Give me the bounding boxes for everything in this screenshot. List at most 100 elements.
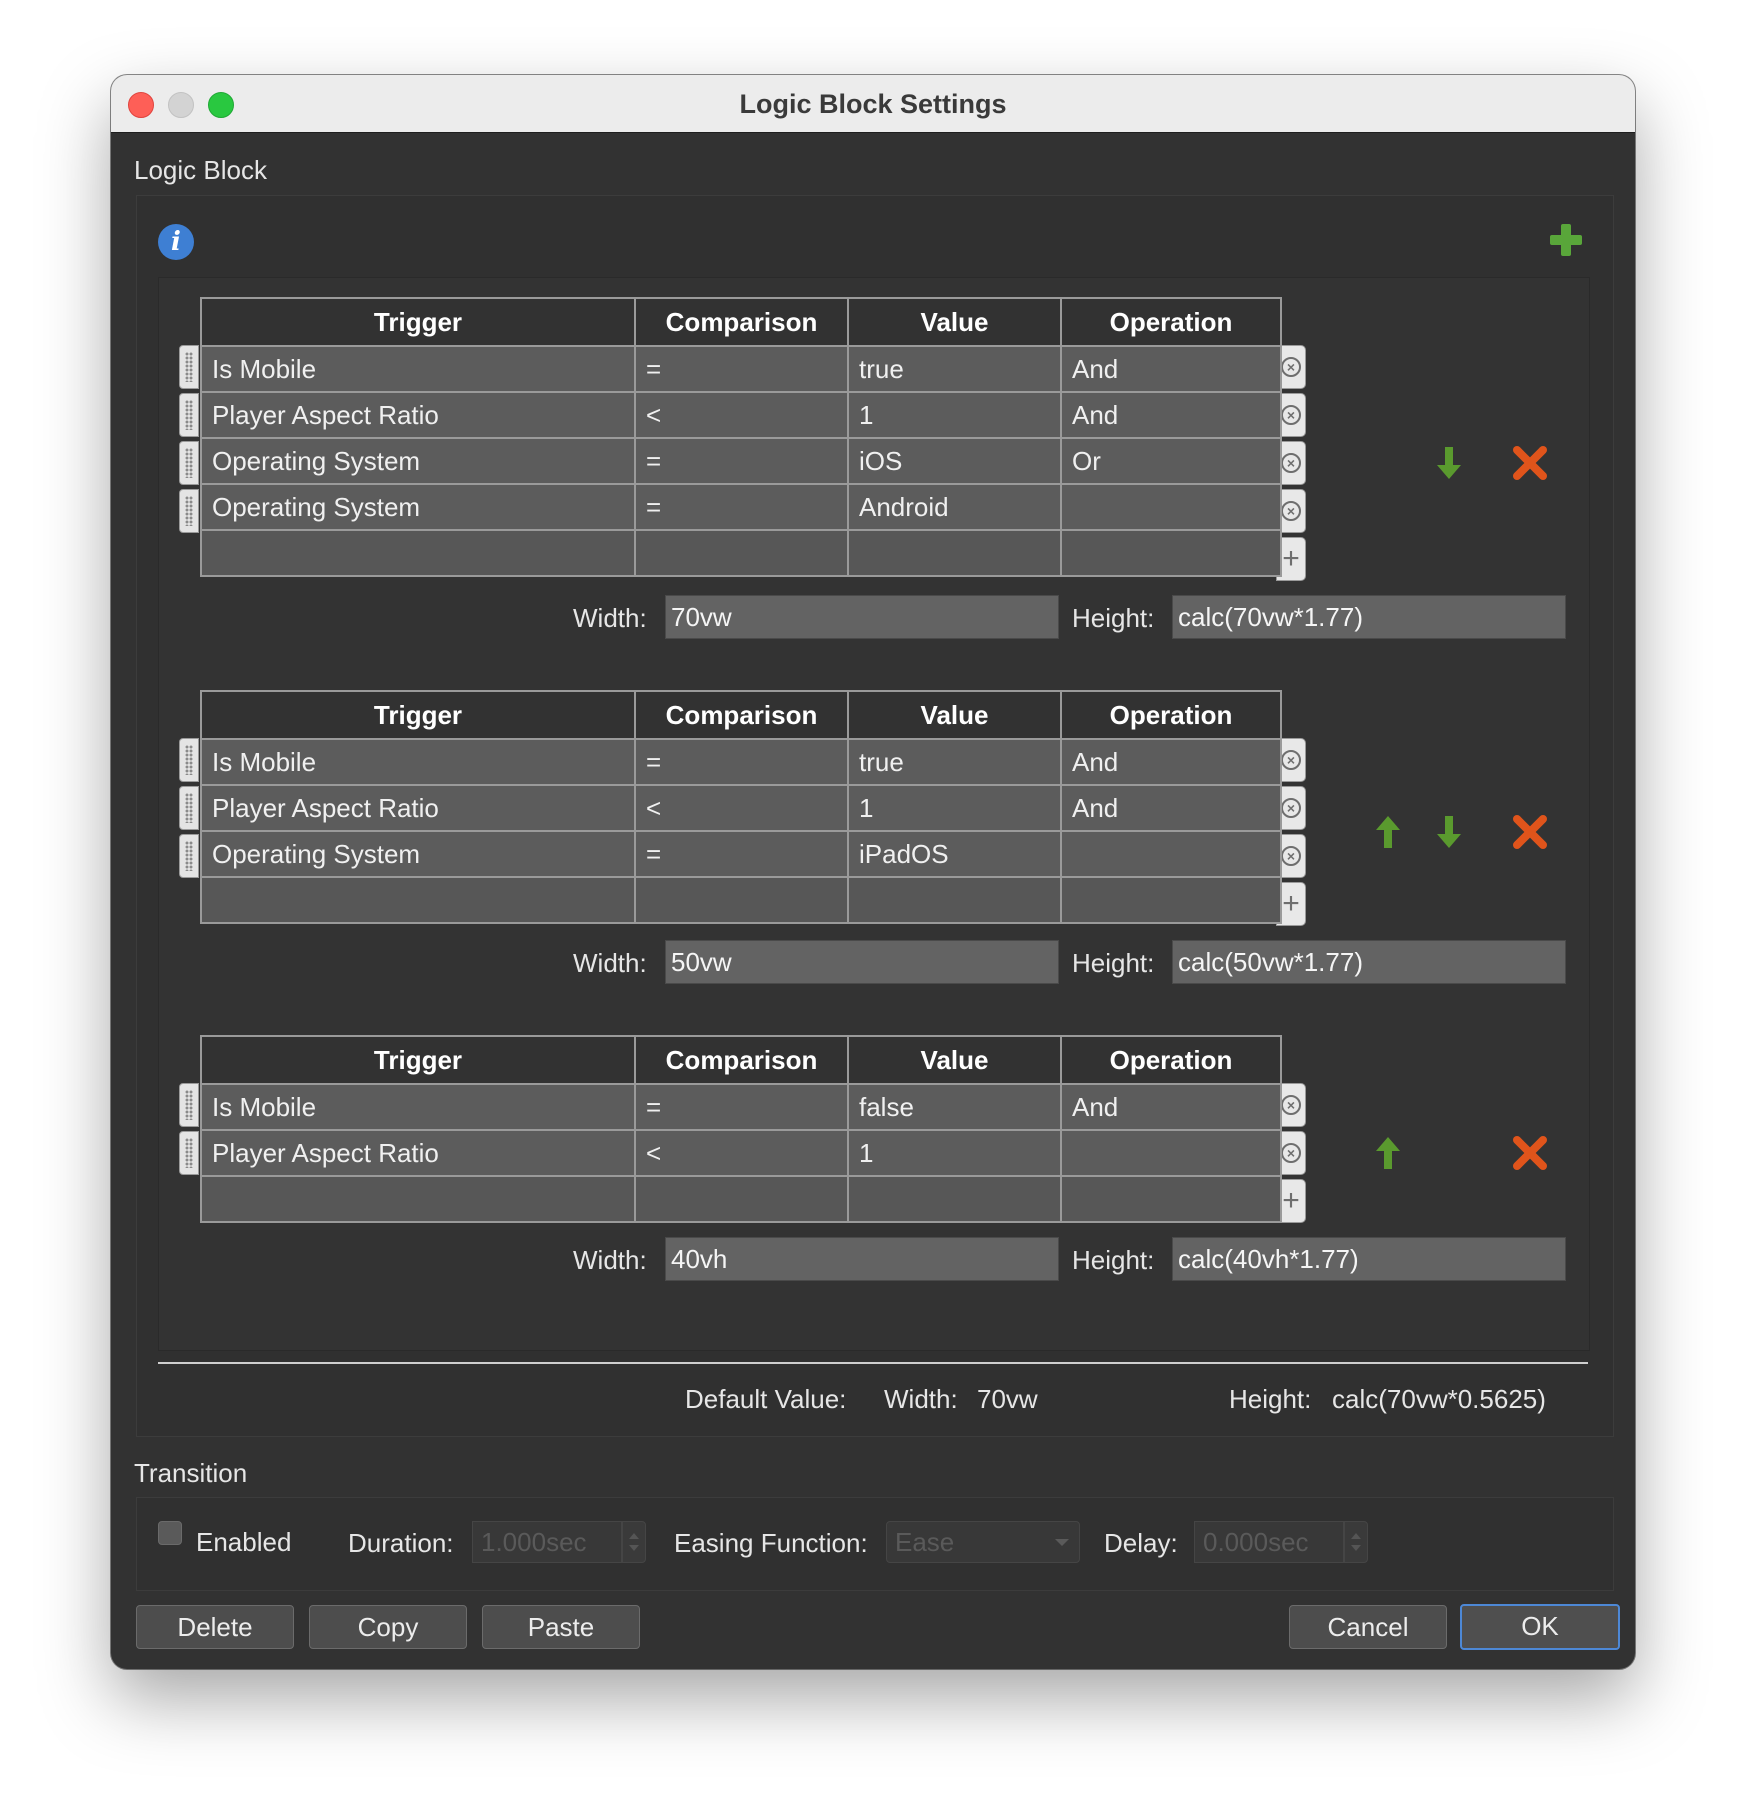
width-input[interactable]: 70vw [665,595,1059,639]
cell-value[interactable]: 1 [847,1129,1062,1177]
cell-comparison[interactable]: < [634,1129,849,1177]
delete-block-icon[interactable] [1513,815,1547,849]
cell-comparison[interactable]: = [634,483,849,531]
delay-stepper[interactable] [1344,1521,1368,1563]
cell-comparison[interactable]: < [634,784,849,832]
cell-operation[interactable]: And [1060,738,1282,786]
drag-handle-icon[interactable] [179,489,199,533]
condition-row[interactable]: Player Aspect Ratio <1 [200,1129,1282,1177]
copy-button[interactable]: Copy [309,1605,467,1649]
cell-trigger[interactable]: Is Mobile [200,738,636,786]
cell-comparison[interactable]: = [634,345,849,393]
condition-row[interactable]: Operating System = iOS Or [200,437,1282,485]
default-height-label: Height: [1229,1384,1312,1414]
cell-comparison[interactable]: < [634,391,849,439]
move-down-arrow-icon[interactable] [1434,445,1464,481]
drag-handle-icon[interactable] [179,393,199,437]
empty-row[interactable] [200,876,1282,924]
condition-row[interactable]: Is Mobile = true And [200,345,1282,393]
empty-cell[interactable] [634,1175,849,1223]
empty-cell[interactable] [1060,876,1282,924]
condition-row[interactable]: Player Aspect Ratio <1 And [200,784,1282,832]
drag-handle-icon[interactable] [179,345,199,389]
condition-row[interactable]: Player Aspect Ratio <1 And [200,391,1282,439]
cell-trigger[interactable]: Operating System [200,437,636,485]
empty-cell[interactable] [200,529,636,577]
empty-cell[interactable] [634,529,849,577]
drag-handle-icon[interactable] [179,1131,199,1175]
cell-value[interactable]: true [847,738,1062,786]
cell-trigger[interactable]: Player Aspect Ratio [200,784,636,832]
cell-trigger[interactable]: Operating System [200,483,636,531]
empty-cell[interactable] [1060,1175,1282,1223]
cell-value[interactable]: iOS [847,437,1062,485]
drag-handle-icon[interactable] [179,1083,199,1127]
cell-operation[interactable]: And [1060,391,1282,439]
cell-trigger[interactable]: Is Mobile [200,1083,636,1131]
empty-cell[interactable] [200,1175,636,1223]
delay-field[interactable]: 0.000sec [1194,1521,1344,1563]
cell-operation[interactable]: And [1060,784,1282,832]
cell-value[interactable]: Android [847,483,1062,531]
cell-operation[interactable] [1060,483,1282,531]
delete-block-icon[interactable] [1513,446,1547,480]
empty-row[interactable] [200,1175,1282,1223]
cell-trigger[interactable]: Is Mobile [200,345,636,393]
condition-row[interactable]: Operating System = Android [200,483,1282,531]
height-input[interactable]: calc(50vw*1.77) [1172,940,1566,984]
condition-row[interactable]: Is Mobile = true And [200,738,1282,786]
height-input[interactable]: calc(70vw*1.77) [1172,595,1566,639]
move-down-arrow-icon[interactable] [1434,814,1464,850]
condition-row[interactable]: Is Mobile = false And [200,1083,1282,1131]
width-input[interactable]: 50vw [665,940,1059,984]
cell-operation[interactable]: Or [1060,437,1282,485]
paste-button[interactable]: Paste [482,1605,640,1649]
cell-value[interactable]: false [847,1083,1062,1131]
cell-comparison[interactable]: = [634,437,849,485]
cell-operation[interactable]: And [1060,345,1282,393]
drag-handle-icon[interactable] [179,834,199,878]
chevron-down-icon [1055,1539,1069,1546]
empty-cell[interactable] [847,1175,1062,1223]
cancel-button[interactable]: Cancel [1289,1605,1447,1649]
info-icon[interactable]: i [158,224,194,260]
empty-cell[interactable] [634,876,849,924]
cell-operation[interactable]: And [1060,1083,1282,1131]
cell-value[interactable]: 1 [847,391,1062,439]
empty-row[interactable] [200,529,1282,577]
empty-cell[interactable] [847,876,1062,924]
height-input[interactable]: calc(40vh*1.77) [1172,1237,1566,1281]
duration-stepper[interactable] [622,1521,646,1563]
empty-cell[interactable] [847,529,1062,577]
window-title: Logic Block Settings [739,89,1007,119]
condition-row[interactable]: Operating System = iPadOS [200,830,1282,878]
add-logic-block-icon[interactable] [1548,222,1584,258]
cell-operation[interactable] [1060,830,1282,878]
condition-table: Trigger Comparison Value Operation Is Mobile… [200,297,1282,577]
ok-button[interactable]: OK [1460,1604,1620,1650]
cell-comparison[interactable]: = [634,830,849,878]
cell-trigger[interactable]: Player Aspect Ratio [200,1129,636,1177]
duration-field[interactable]: 1.000sec [472,1521,622,1563]
empty-cell[interactable] [200,876,636,924]
drag-handle-icon[interactable] [179,441,199,485]
move-up-arrow-icon[interactable] [1373,814,1403,850]
cell-trigger[interactable]: Operating System [200,830,636,878]
cell-trigger[interactable]: Player Aspect Ratio [200,391,636,439]
drag-handle-icon[interactable] [179,786,199,830]
cell-value[interactable]: iPadOS [847,830,1062,878]
empty-cell[interactable] [1060,529,1282,577]
cell-comparison[interactable]: = [634,738,849,786]
delete-button[interactable]: Delete [136,1605,294,1649]
enabled-checkbox[interactable] [158,1521,182,1545]
cell-operation[interactable] [1060,1129,1282,1177]
delete-block-icon[interactable] [1513,1136,1547,1170]
column-header-comparison: Comparison [634,690,849,740]
width-input[interactable]: 40vh [665,1237,1059,1281]
cell-value[interactable]: true [847,345,1062,393]
easing-function-select[interactable]: Ease [886,1521,1080,1563]
cell-comparison[interactable]: = [634,1083,849,1131]
move-up-arrow-icon[interactable] [1373,1135,1403,1171]
drag-handle-icon[interactable] [179,738,199,782]
cell-value[interactable]: 1 [847,784,1062,832]
